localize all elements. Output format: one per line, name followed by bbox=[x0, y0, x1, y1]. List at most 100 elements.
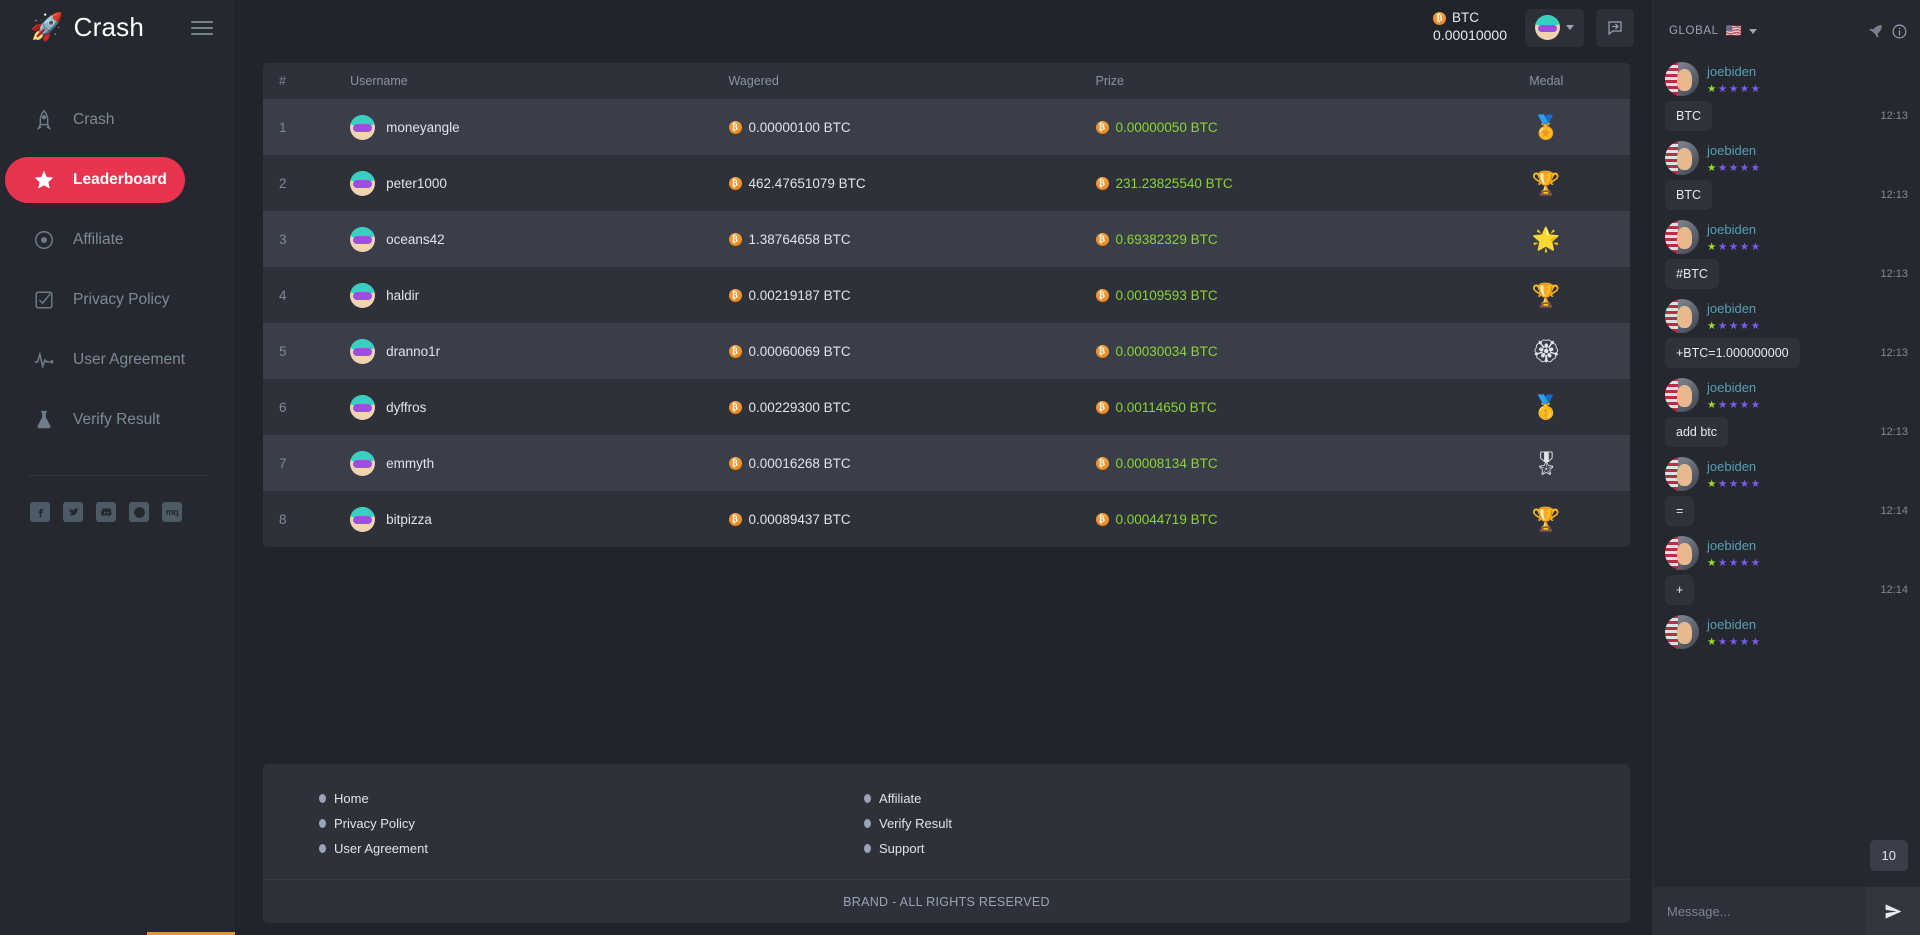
chat-message-username[interactable]: joebiden bbox=[1707, 380, 1756, 395]
bitcoin-icon: ₿ bbox=[1095, 176, 1109, 190]
cell-rank: 2 bbox=[279, 175, 287, 191]
user-rank-stars: ★★★★★ bbox=[1707, 636, 1762, 648]
bitcoin-icon: ₿ bbox=[1095, 120, 1109, 134]
medal-icon: 🥇 bbox=[1531, 393, 1561, 420]
bitcoin-icon: ₿ bbox=[728, 232, 742, 246]
send-icon bbox=[1885, 903, 1901, 919]
pulse-icon bbox=[33, 349, 55, 371]
footer-link-user-agreement[interactable]: User Agreement bbox=[319, 836, 864, 861]
chat-input[interactable] bbox=[1653, 887, 1866, 935]
footer-column-left: Home Privacy Policy User Agreement bbox=[319, 786, 864, 861]
cell-rank: 8 bbox=[279, 511, 287, 527]
dribbble-icon[interactable] bbox=[129, 502, 149, 522]
chat-message-username[interactable]: joebiden bbox=[1707, 459, 1756, 474]
chat-message-username[interactable]: joebiden bbox=[1707, 617, 1756, 632]
chat-message-username[interactable]: joebiden bbox=[1707, 301, 1756, 316]
cell-username: oceans42 bbox=[334, 211, 712, 267]
table-row[interactable]: 5 dranno1r ₿ 0.00060069 BTC ₿ 0.00030034 BTC 🏵 bbox=[263, 323, 1630, 379]
info-icon[interactable] bbox=[1891, 23, 1908, 40]
wagered-value: 0.00016268 BTC bbox=[748, 455, 851, 471]
column-header-username[interactable]: Username bbox=[334, 63, 713, 99]
avatar[interactable] bbox=[1665, 220, 1699, 254]
table-row[interactable]: 3 oceans42 ₿ 1.38764658 BTC ₿ 0.69382329 BTC 🌟 bbox=[263, 211, 1630, 267]
footer-link-label: Affiliate bbox=[879, 791, 922, 806]
sidebar-item-privacy-policy[interactable]: Privacy Policy bbox=[5, 277, 230, 323]
avatar[interactable] bbox=[1665, 615, 1699, 649]
facebook-icon[interactable] bbox=[30, 502, 50, 522]
avatar[interactable] bbox=[1665, 299, 1699, 333]
column-header-wagered[interactable]: Wagered bbox=[712, 63, 1080, 99]
cell-medal: 🏵 bbox=[1446, 323, 1630, 379]
mq-icon[interactable]: mq bbox=[162, 502, 182, 522]
avatar[interactable] bbox=[1665, 536, 1699, 570]
avatar[interactable] bbox=[1665, 62, 1699, 96]
twitter-icon[interactable] bbox=[63, 502, 83, 522]
table-row[interactable]: 7 emmyth ₿ 0.00016268 BTC ₿ 0.00008134 BTC 🎖 bbox=[263, 435, 1630, 491]
discord-icon[interactable] bbox=[96, 502, 116, 522]
chat-message-username[interactable]: joebiden bbox=[1707, 64, 1756, 79]
avatar[interactable] bbox=[1665, 378, 1699, 412]
chevron-down-icon[interactable] bbox=[1748, 28, 1757, 34]
bitcoin-icon: ₿ bbox=[1095, 456, 1109, 470]
avatar[interactable] bbox=[1665, 457, 1699, 491]
target-icon bbox=[33, 229, 55, 251]
footer-link-support[interactable]: Support bbox=[864, 836, 1409, 861]
chat-toggle-button[interactable] bbox=[1596, 9, 1634, 47]
user-menu-button[interactable] bbox=[1525, 8, 1584, 47]
chat-message-username[interactable]: joebiden bbox=[1707, 538, 1756, 553]
avatar[interactable] bbox=[1665, 141, 1699, 175]
column-header-rank[interactable]: # bbox=[263, 63, 335, 99]
avatar bbox=[350, 282, 376, 308]
cell-prize: ₿ 0.00008134 BTC bbox=[1080, 435, 1447, 491]
cell-rank: 5 bbox=[279, 343, 287, 359]
column-header-medal[interactable]: Medal bbox=[1446, 63, 1630, 99]
footer-link-affiliate[interactable]: Affiliate bbox=[864, 786, 1409, 811]
sidebar-item-leaderboard[interactable]: Leaderboard bbox=[5, 157, 185, 203]
sidebar-scrollbar[interactable] bbox=[0, 930, 292, 935]
sidebar: 🚀 Crash Crash Leaderboard Affiliate Priv… bbox=[0, 0, 292, 935]
sidebar-item-user-agreement[interactable]: User Agreement bbox=[5, 337, 230, 383]
sidebar-item-label: User Agreement bbox=[73, 351, 185, 368]
user-rank-stars: ★★★★★ bbox=[1707, 241, 1762, 253]
balance-currency: BTC bbox=[1452, 10, 1480, 26]
rocket-icon[interactable] bbox=[1867, 23, 1884, 40]
footer-link-label: Home bbox=[334, 791, 369, 806]
table-header-row: # Username Wagered Prize Medal bbox=[263, 63, 1630, 99]
cell-medal: 🏆 bbox=[1446, 491, 1630, 547]
table-row[interactable]: 6 dyffros ₿ 0.00229300 BTC ₿ 0.00114650 BTC 🥇 bbox=[263, 379, 1630, 435]
chat-messages: joebiden ★★★★★ BTC 12:13 joebiden ★★★★★ BTC 12:… bbox=[1653, 62, 1920, 887]
chat-message: joebiden ★★★★★ +BTC=1.000000000 12:13 bbox=[1665, 299, 1908, 368]
hamburger-menu-icon[interactable] bbox=[191, 20, 213, 35]
cell-medal: 🏅 bbox=[1446, 99, 1630, 155]
leaderboard-table: # Username Wagered Prize Medal 1 moneyang… bbox=[263, 63, 1630, 547]
main-content: ₿ BTC 0.00010000 # Username Wagered Priz… bbox=[235, 0, 1652, 935]
app-root: 🚀 Crash Crash Leaderboard Affiliate Priv… bbox=[0, 0, 1920, 935]
sidebar-item-affiliate[interactable]: Affiliate bbox=[5, 217, 230, 263]
balance-display: ₿ BTC 0.00010000 bbox=[1433, 10, 1507, 44]
flag-icon: 🇺🇸 bbox=[1725, 23, 1742, 38]
unread-badge[interactable]: 10 bbox=[1869, 840, 1908, 871]
footer-link-verify-result[interactable]: Verify Result bbox=[864, 811, 1409, 836]
sidebar-item-verify-result[interactable]: Verify Result bbox=[5, 397, 230, 443]
sidebar-item-crash[interactable]: Crash bbox=[5, 97, 230, 143]
column-header-prize[interactable]: Prize bbox=[1079, 63, 1447, 99]
chat-message-text: +BTC=1.000000000 bbox=[1665, 338, 1800, 368]
table-row[interactable]: 8 bitpizza ₿ 0.00089437 BTC ₿ 0.00044719 BTC 🏆 bbox=[263, 491, 1630, 547]
send-button[interactable] bbox=[1866, 887, 1920, 935]
bitcoin-icon: ₿ bbox=[1433, 12, 1447, 26]
chat-message-text: #BTC bbox=[1665, 259, 1719, 289]
table-row[interactable]: 2 peter1000 ₿ 462.47651079 BTC ₿ 231.23825540… bbox=[263, 155, 1630, 211]
chat-message-username[interactable]: joebiden bbox=[1707, 143, 1756, 158]
chat-message-time: 12:13 bbox=[1880, 268, 1908, 280]
prize-value: 0.69382329 BTC bbox=[1115, 231, 1218, 247]
table-row[interactable]: 1 moneyangle ₿ 0.00000100 BTC ₿ 0.00000050 BT… bbox=[263, 99, 1630, 155]
chat-message-time: 12:13 bbox=[1880, 189, 1908, 201]
medal-icon: 🌟 bbox=[1531, 225, 1561, 252]
chat-message-username[interactable]: joebiden bbox=[1707, 222, 1756, 237]
username-label: dranno1r bbox=[386, 343, 441, 359]
footer-link-label: Support bbox=[879, 841, 925, 856]
prize-value: 0.00114650 BTC bbox=[1115, 399, 1217, 415]
table-row[interactable]: 4 haldir ₿ 0.00219187 BTC ₿ 0.00109593 BTC 🏆 bbox=[263, 267, 1630, 323]
footer-link-privacy-policy[interactable]: Privacy Policy bbox=[319, 811, 864, 836]
footer-link-home[interactable]: Home bbox=[319, 786, 864, 811]
